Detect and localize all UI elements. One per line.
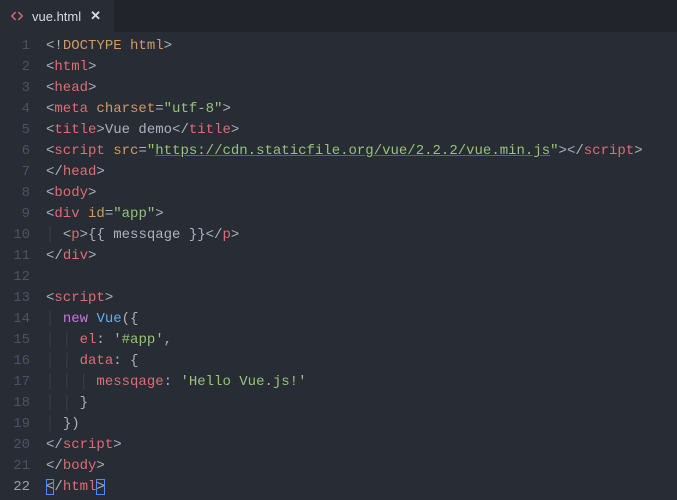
line-number: 2 xyxy=(0,57,30,78)
tab-bar: vue.html ✕ xyxy=(0,0,677,32)
line-number-gutter: 12345678910111213141516171819202122 xyxy=(0,36,46,500)
code-line[interactable]: │ │ │ messqage: 'Hello Vue.js!' xyxy=(46,372,677,393)
line-number: 1 xyxy=(0,36,30,57)
close-icon[interactable]: ✕ xyxy=(89,7,102,25)
code-line[interactable] xyxy=(46,267,677,288)
code-line[interactable]: │ │ } xyxy=(46,393,677,414)
code-line[interactable]: </div> xyxy=(46,246,677,267)
line-number: 20 xyxy=(0,435,30,456)
code-line[interactable]: <!DOCTYPE html> xyxy=(46,36,677,57)
line-number: 16 xyxy=(0,351,30,372)
line-number: 21 xyxy=(0,456,30,477)
line-number: 11 xyxy=(0,246,30,267)
line-number: 3 xyxy=(0,78,30,99)
line-number: 10 xyxy=(0,225,30,246)
line-number: 6 xyxy=(0,141,30,162)
code-file-icon xyxy=(10,9,24,23)
code-line[interactable]: </script> xyxy=(46,435,677,456)
line-number: 9 xyxy=(0,204,30,225)
code-line[interactable]: <script> xyxy=(46,288,677,309)
code-line[interactable]: <script src="https://cdn.staticfile.org/… xyxy=(46,141,677,162)
editor-window: vue.html ✕ 12345678910111213141516171819… xyxy=(0,0,677,500)
code-line[interactable]: │ <p>{{ messqage }}</p> xyxy=(46,225,677,246)
code-line[interactable]: <meta charset="utf-8"> xyxy=(46,99,677,120)
code-editor[interactable]: 12345678910111213141516171819202122 <!DO… xyxy=(0,32,677,500)
code-content[interactable]: <!DOCTYPE html><html><head><meta charset… xyxy=(46,36,677,500)
line-number: 7 xyxy=(0,162,30,183)
line-number: 12 xyxy=(0,267,30,288)
line-number: 18 xyxy=(0,393,30,414)
tab-vue-html[interactable]: vue.html ✕ xyxy=(0,0,114,32)
code-line[interactable]: <html> xyxy=(46,57,677,78)
code-line[interactable]: │ │ el: '#app', xyxy=(46,330,677,351)
code-line[interactable]: <div id="app"> xyxy=(46,204,677,225)
line-number: 15 xyxy=(0,330,30,351)
code-line[interactable]: </html> xyxy=(46,477,677,498)
code-line[interactable]: │ }) xyxy=(46,414,677,435)
line-number: 14 xyxy=(0,309,30,330)
code-line[interactable]: │ │ data: { xyxy=(46,351,677,372)
line-number: 22 xyxy=(0,477,30,498)
code-line[interactable]: <body> xyxy=(46,183,677,204)
line-number: 5 xyxy=(0,120,30,141)
code-line[interactable]: <head> xyxy=(46,78,677,99)
line-number: 4 xyxy=(0,99,30,120)
line-number: 8 xyxy=(0,183,30,204)
code-line[interactable]: │ new Vue({ xyxy=(46,309,677,330)
code-line[interactable]: </head> xyxy=(46,162,677,183)
code-line[interactable]: <title>Vue demo</title> xyxy=(46,120,677,141)
line-number: 19 xyxy=(0,414,30,435)
tab-filename: vue.html xyxy=(32,9,81,24)
line-number: 13 xyxy=(0,288,30,309)
code-line[interactable]: </body> xyxy=(46,456,677,477)
line-number: 17 xyxy=(0,372,30,393)
